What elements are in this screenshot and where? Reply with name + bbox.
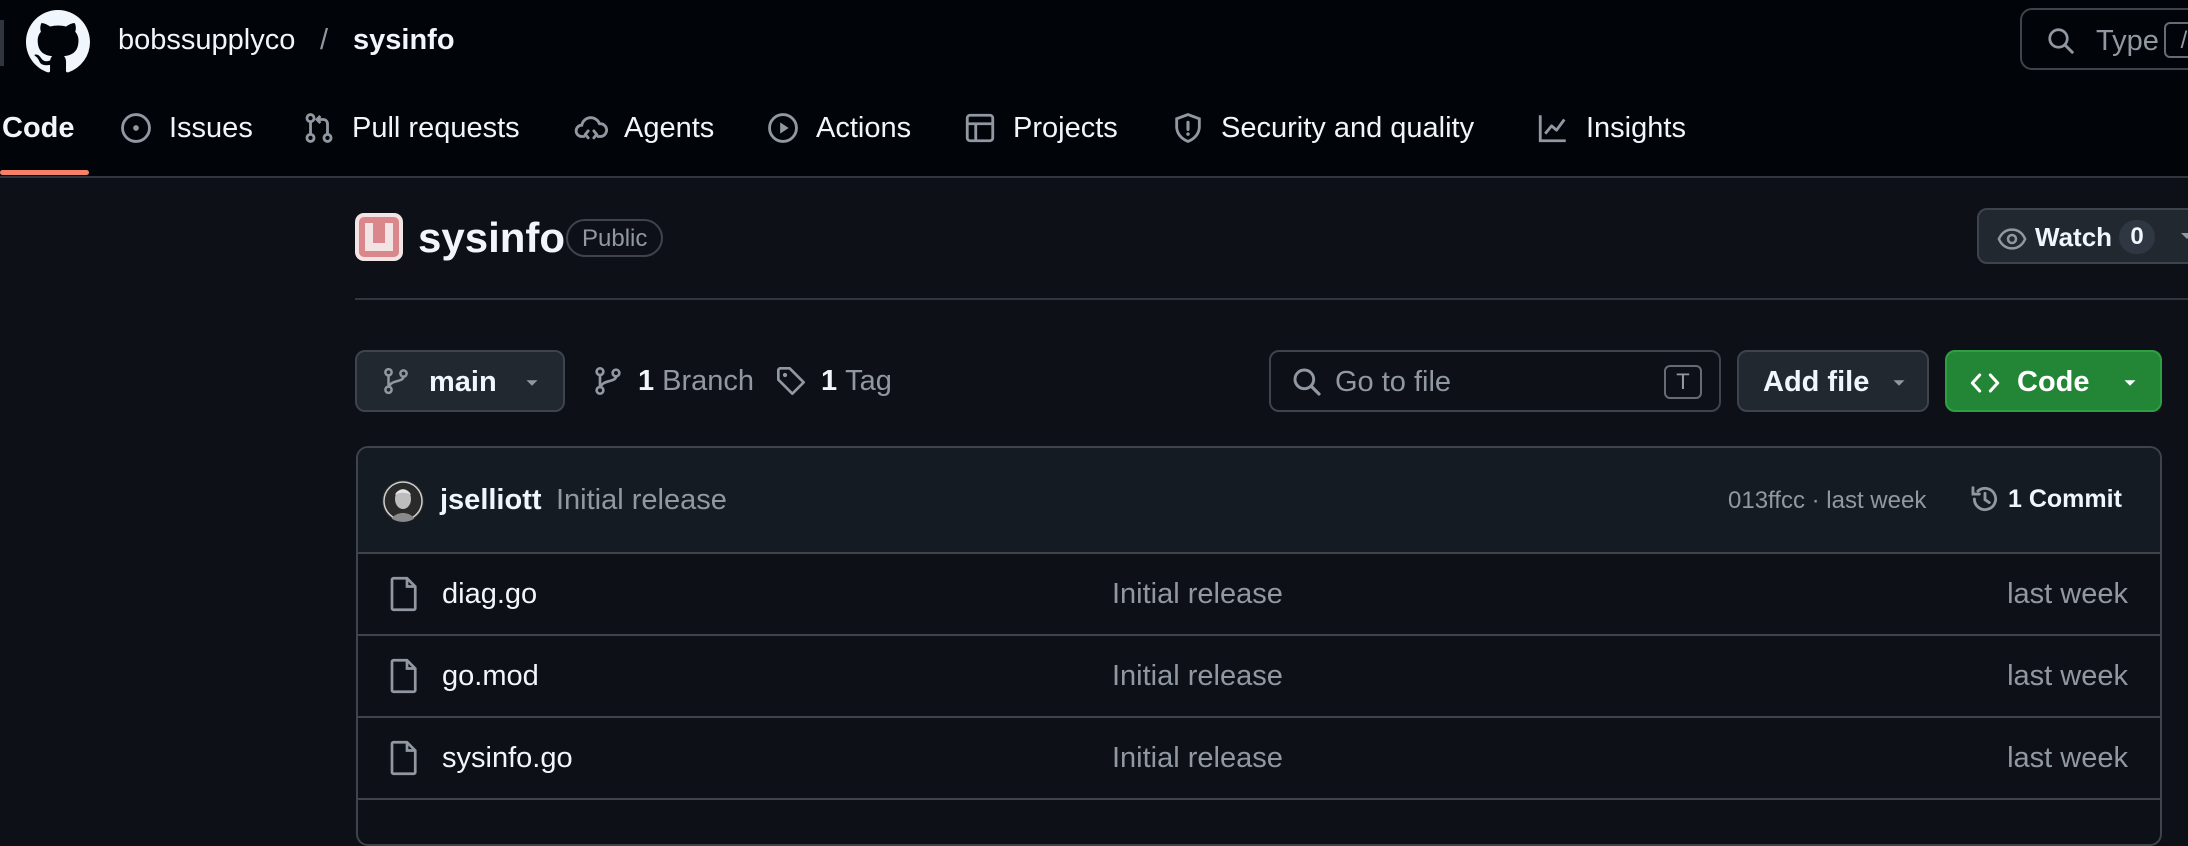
repo-title[interactable]: sysinfo [418, 212, 565, 264]
chevron-down-icon[interactable] [2175, 224, 2188, 248]
search-shortcut-key: / [2164, 22, 2188, 58]
commit-count-label: 1 Commit [2008, 484, 2122, 513]
file-name[interactable]: go.mod [442, 658, 539, 694]
active-tab-underline [0, 170, 89, 175]
branch-count: 1 [638, 364, 655, 397]
search-placeholder: Type [2096, 25, 2159, 57]
watch-count: 0 [2119, 220, 2155, 254]
file-icon [390, 740, 417, 776]
file-name[interactable]: sysinfo.go [442, 740, 573, 776]
agent-cloud-icon [574, 116, 608, 140]
latest-commit-row: jselliott Initial release 013ffcc · last… [358, 448, 2160, 554]
global-search-input[interactable]: Type / [2020, 8, 2188, 70]
commit-history-link[interactable]: 1 Commit [1968, 482, 2122, 516]
tab-agents[interactable]: Agents [574, 104, 714, 176]
play-icon [768, 113, 798, 143]
go-to-file-input[interactable]: Go to file T [1269, 350, 1721, 412]
branch-count-label: Branch [662, 364, 755, 397]
commit-message[interactable]: Initial release [556, 482, 727, 518]
go-to-file-placeholder: Go to file [1335, 366, 1452, 398]
tab-label: Pull requests [352, 112, 520, 144]
github-logo-icon[interactable] [26, 10, 90, 74]
chevron-down-icon [2124, 380, 2136, 386]
graph-icon [1538, 115, 1566, 143]
file-commit-message[interactable]: Initial release [1112, 576, 1283, 612]
file-commit-age: last week [2007, 578, 2128, 610]
tag-icon [777, 367, 805, 395]
file-listing: jselliott Initial release 013ffcc · last… [356, 446, 2162, 846]
tab-actions[interactable]: Actions [766, 104, 911, 176]
eye-icon [1997, 228, 2027, 250]
commit-author[interactable]: jselliott [440, 482, 542, 518]
search-icon [1293, 368, 1321, 396]
watch-label: Watch [2035, 222, 2113, 252]
tab-label: Issues [169, 112, 253, 144]
code-button[interactable]: Code [1945, 350, 2162, 412]
file-name[interactable]: diag.go [442, 576, 537, 612]
tab-label: Actions [816, 112, 912, 144]
go-to-file-shortcut-key: T [1664, 365, 1702, 399]
file-commit-message[interactable]: Initial release [1112, 740, 1283, 776]
file-icon [390, 576, 417, 612]
file-commit-message[interactable]: Initial release [1112, 658, 1283, 694]
chevron-down-icon [526, 380, 538, 386]
top-header: bobssupplyco / sysinfo Type / Code Issue… [0, 0, 2188, 178]
history-icon [1971, 486, 1998, 511]
shield-icon [1175, 113, 1201, 143]
chevron-down-icon [1893, 380, 1905, 386]
tab-insights[interactable]: Insights [1536, 104, 1686, 176]
breadcrumb-owner[interactable]: bobssupplyco [118, 22, 295, 58]
table-row[interactable]: sysinfo.go Initial release last week [358, 718, 2160, 800]
visibility-badge: Public [566, 219, 664, 257]
tab-issues[interactable]: Issues [119, 104, 253, 176]
watch-button[interactable]: Watch 0 [1977, 208, 2188, 264]
tab-label: Code [2, 112, 75, 144]
tag-count: 1 [821, 364, 838, 397]
branch-name: main [429, 366, 497, 398]
commit-sha-and-time[interactable]: 013ffcc · last week [1728, 485, 1926, 517]
issue-icon [121, 113, 151, 143]
table-icon [965, 113, 995, 143]
sidebar-toggle-edge[interactable] [0, 20, 4, 66]
tab-label: Agents [624, 112, 715, 144]
tab-label: Insights [1586, 112, 1686, 144]
code-button-label: Code [2017, 366, 2090, 398]
table-row[interactable]: go.mod Initial release last week [358, 636, 2160, 718]
tags-link[interactable]: 1 Tag [775, 350, 892, 412]
title-divider [355, 298, 2188, 300]
pull-request-icon [305, 113, 333, 143]
add-file-label: Add file [1763, 366, 1870, 398]
tab-code[interactable]: Code [2, 104, 75, 176]
avatar[interactable] [382, 480, 424, 522]
file-commit-age: last week [2007, 742, 2128, 774]
repo-avatar-icon [355, 213, 403, 261]
tab-projects[interactable]: Projects [963, 104, 1118, 176]
search-icon [2048, 28, 2074, 54]
branches-link[interactable]: 1 Branch [592, 350, 754, 412]
add-file-button[interactable]: Add file [1737, 350, 1929, 412]
breadcrumb-repo[interactable]: sysinfo [353, 22, 455, 58]
tab-security-and-quality[interactable]: Security and quality [1171, 104, 1474, 176]
tag-count-label: Tag [845, 364, 892, 397]
code-brackets-icon [1970, 373, 2000, 393]
tab-label: Security and quality [1221, 112, 1475, 144]
table-row[interactable]: diag.go Initial release last week [358, 554, 2160, 636]
breadcrumb-separator: / [320, 24, 329, 56]
tab-pull-requests[interactable]: Pull requests [302, 104, 520, 176]
tab-label: Projects [1013, 112, 1118, 144]
git-branch-icon [595, 367, 621, 395]
git-branch-icon [384, 367, 408, 395]
file-icon [390, 658, 417, 694]
branch-select-button[interactable]: main [355, 350, 565, 412]
file-commit-age: last week [2007, 660, 2128, 692]
